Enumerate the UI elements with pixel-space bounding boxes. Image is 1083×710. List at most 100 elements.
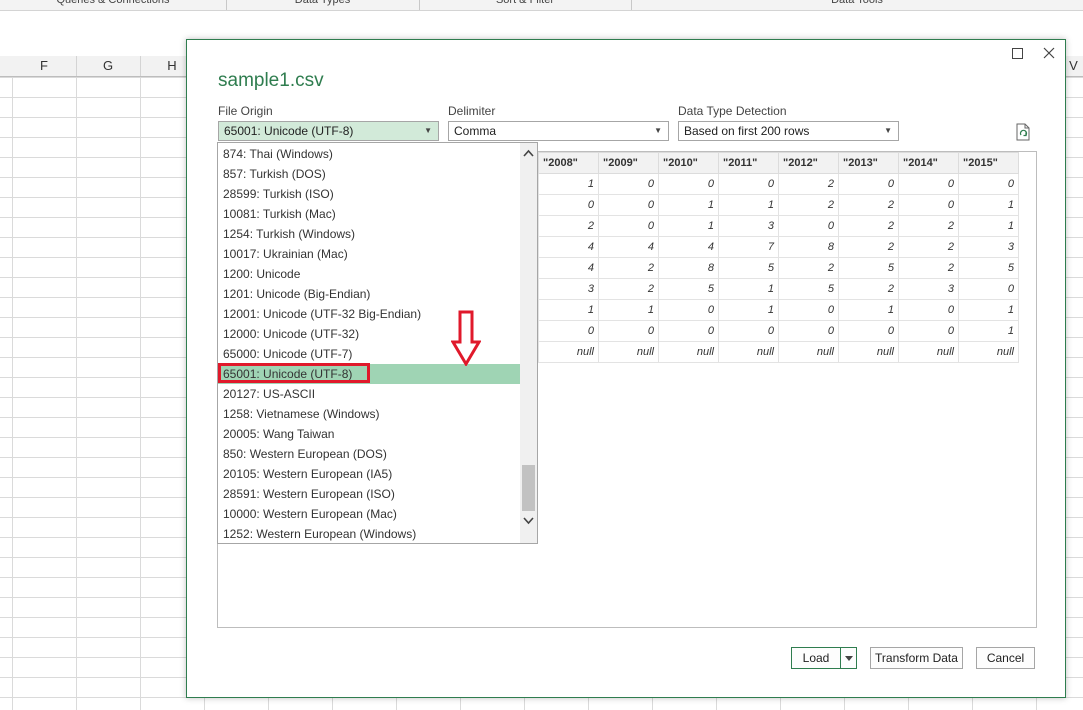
preview-cell: null (838, 341, 899, 363)
preview-cell: 0 (838, 320, 899, 342)
dropdown-option[interactable]: 857: Turkish (DOS) (218, 164, 521, 184)
dropdown-option[interactable]: 20105: Western European (IA5) (218, 464, 521, 484)
preview-cell: 1 (658, 194, 719, 216)
dropdown-option[interactable]: 1200: Unicode (218, 264, 521, 284)
preview-cell: 2 (838, 215, 899, 237)
preview-column-header: "2014" (898, 152, 959, 174)
preview-cell: 2 (778, 257, 839, 279)
dropdown-option[interactable]: 10081: Turkish (Mac) (218, 204, 521, 224)
preview-cell: 0 (658, 173, 719, 195)
preview-cell: 3 (898, 278, 959, 300)
dropdown-option[interactable]: 28591: Western European (ISO) (218, 484, 521, 504)
preview-cell: 0 (778, 215, 839, 237)
preview-cell: 5 (658, 278, 719, 300)
preview-cell: null (958, 341, 1019, 363)
preview-cell: 2 (598, 278, 659, 300)
dropdown-option[interactable]: 10017: Ukrainian (Mac) (218, 244, 521, 264)
preview-cell: 7 (718, 236, 779, 258)
preview-cell: 1 (658, 215, 719, 237)
refresh-preview-icon[interactable] (1015, 123, 1031, 141)
preview-row: 00112201 (538, 194, 1019, 216)
dropdown-scrollbar[interactable] (520, 143, 537, 543)
dialog-title: sample1.csv (218, 70, 324, 91)
dropdown-option[interactable]: 28599: Turkish (ISO) (218, 184, 521, 204)
preview-cell: 2 (838, 194, 899, 216)
scroll-down-button[interactable] (520, 513, 537, 531)
dropdown-option[interactable]: 1252: Western European (Windows) (218, 524, 521, 543)
preview-cell: 1 (598, 299, 659, 321)
preview-cell: 5 (718, 257, 779, 279)
column-header-v[interactable]: V (1064, 56, 1083, 76)
data-type-detection-label: Data Type Detection (678, 104, 787, 118)
preview-cell: 5 (958, 257, 1019, 279)
preview-table: "2008" "2009" "2010" "2011" "2012" "2013" "201… (538, 152, 1019, 363)
dropdown-option[interactable]: 20127: US-ASCII (218, 384, 521, 404)
preview-cell: 0 (598, 194, 659, 216)
load-button[interactable]: Load (791, 647, 841, 669)
preview-cell: 2 (778, 194, 839, 216)
file-origin-dropdown-list[interactable]: 874: Thai (Windows) 857: Turkish (DOS) 285… (217, 142, 538, 544)
chevron-down-icon (844, 656, 853, 661)
preview-cell: 0 (898, 173, 959, 195)
preview-cell: 2 (838, 236, 899, 258)
dropdown-option[interactable]: 850: Western European (DOS) (218, 444, 521, 464)
preview-cell: 1 (838, 299, 899, 321)
preview-cell: 0 (538, 320, 599, 342)
column-header-g[interactable]: G (76, 56, 141, 76)
preview-cell: 0 (778, 299, 839, 321)
csv-import-dialog: sample1.csv File Origin 65001: Unicode (… (186, 39, 1066, 698)
ribbon-group-queries[interactable]: Queries & Connections (0, 0, 227, 10)
scroll-up-button[interactable] (520, 145, 537, 163)
preview-cell: 1 (958, 215, 1019, 237)
preview-row: 10002000 (538, 173, 1019, 195)
ribbon-group-data-types[interactable]: Data Types (226, 0, 420, 10)
scroll-thumb[interactable] (522, 465, 535, 511)
delimiter-select[interactable]: Comma ▼ (448, 121, 669, 141)
maximize-button[interactable] (1006, 45, 1028, 65)
ribbon-group-sort-filter[interactable]: Sort & Filter (419, 0, 632, 10)
cancel-button[interactable]: Cancel (976, 647, 1035, 669)
preview-column-header: "2013" (838, 152, 899, 174)
preview-cell: 3 (718, 215, 779, 237)
load-options-button[interactable] (840, 647, 857, 669)
dropdown-option[interactable]: 20005: Wang Taiwan (218, 424, 521, 444)
preview-cell: 5 (838, 257, 899, 279)
dropdown-option[interactable]: 1258: Vietnamese (Windows) (218, 404, 521, 424)
preview-cell: 2 (598, 257, 659, 279)
chevron-down-icon: ▼ (884, 126, 892, 135)
preview-cell: 8 (778, 236, 839, 258)
preview-cell: 1 (718, 194, 779, 216)
preview-cell: null (778, 341, 839, 363)
data-type-detection-select[interactable]: Based on first 200 rows ▼ (678, 121, 899, 141)
annotation-down-arrow-icon (451, 310, 481, 366)
chevron-down-icon (523, 517, 534, 525)
preview-cell: 0 (898, 320, 959, 342)
preview-cell: null (538, 341, 599, 363)
column-header-f[interactable]: F (12, 56, 77, 76)
preview-column-header: "2009" (598, 152, 659, 174)
preview-cell: 1 (718, 299, 779, 321)
dropdown-option[interactable]: 10000: Western European (Mac) (218, 504, 521, 524)
data-type-detection-value: Based on first 200 rows (684, 124, 810, 138)
preview-cell: 4 (598, 236, 659, 258)
file-origin-select[interactable]: 65001: Unicode (UTF-8) ▼ (218, 121, 439, 141)
preview-cell: 0 (958, 278, 1019, 300)
preview-row: 44478223 (538, 236, 1019, 258)
dropdown-option[interactable]: 1254: Turkish (Windows) (218, 224, 521, 244)
dropdown-option[interactable]: 874: Thai (Windows) (218, 144, 521, 164)
maximize-icon (1011, 48, 1023, 59)
preview-cell: 2 (838, 278, 899, 300)
preview-cell: null (658, 341, 719, 363)
preview-column-header: "2008" (538, 152, 599, 174)
preview-cell: 0 (658, 320, 719, 342)
transform-data-button[interactable]: Transform Data (870, 647, 963, 669)
preview-cell: 2 (898, 236, 959, 258)
preview-cell: 1 (538, 173, 599, 195)
ribbon-group-data-tools[interactable]: Data Tools (631, 0, 1083, 10)
preview-cell: 1 (958, 194, 1019, 216)
preview-cell: 0 (958, 173, 1019, 195)
preview-cell: 0 (898, 194, 959, 216)
ribbon: Queries & Connections Data Types Sort & … (0, 0, 1083, 11)
dropdown-option[interactable]: 1201: Unicode (Big-Endian) (218, 284, 521, 304)
close-button[interactable] (1038, 45, 1060, 65)
